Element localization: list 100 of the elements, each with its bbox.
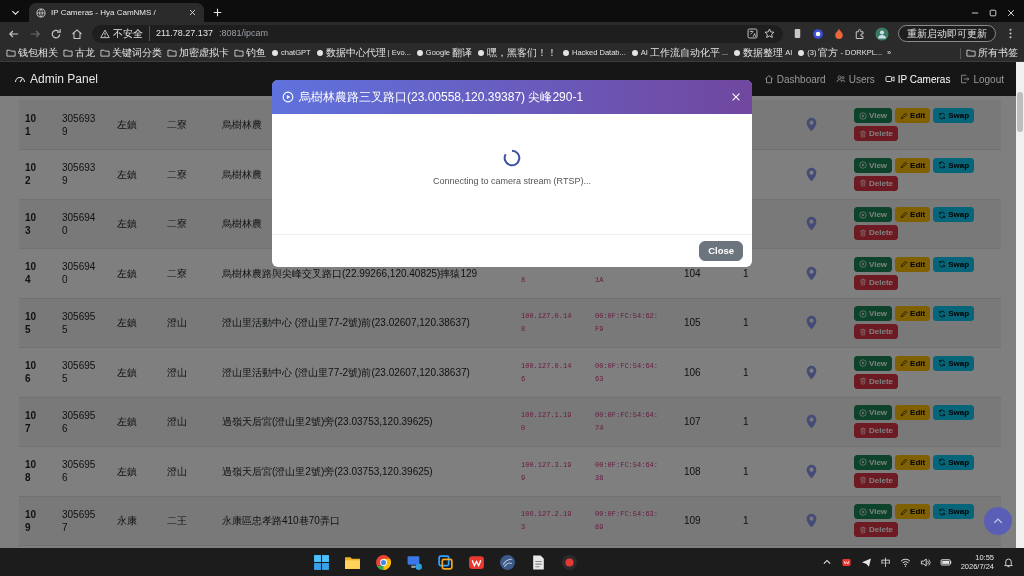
notification-icon[interactable] — [1003, 556, 1014, 568]
site-icon — [562, 49, 570, 57]
table-cell: 1 — [743, 416, 749, 428]
new-tab-icon[interactable] — [212, 7, 223, 18]
action-button[interactable]: Delete — [854, 472, 898, 488]
maximize-icon[interactable] — [988, 8, 998, 18]
avatar-icon[interactable] — [875, 26, 889, 41]
action-button[interactable]: View — [854, 157, 893, 173]
action-button[interactable]: Delete — [854, 225, 898, 241]
action-button[interactable]: Edit — [895, 454, 931, 470]
action-button[interactable]: Delete — [854, 274, 898, 290]
action-button[interactable]: View — [854, 306, 893, 322]
action-button[interactable]: Edit — [895, 207, 931, 223]
record-icon[interactable] — [561, 553, 579, 571]
action-button[interactable]: Delete — [854, 324, 898, 340]
bookmark-item[interactable]: 所有书签 — [966, 47, 1018, 59]
start-icon[interactable] — [313, 553, 331, 571]
action-button[interactable]: View — [854, 454, 893, 470]
action-button[interactable]: Swap — [933, 306, 975, 322]
table-cell: 澄山 — [167, 366, 187, 378]
action-button[interactable]: Swap — [933, 207, 975, 223]
play-icon — [859, 210, 867, 219]
chevron-up-icon[interactable] — [821, 557, 832, 567]
action-button[interactable]: Edit — [895, 108, 931, 123]
input-method-indicator[interactable]: 中 — [880, 554, 891, 570]
volume-icon[interactable] — [919, 556, 931, 568]
ring-icon[interactable] — [812, 27, 824, 40]
bookmark-item[interactable]: 嘿，黑客们！！ — [477, 47, 557, 59]
app-icon[interactable] — [468, 553, 486, 571]
bookmark-item[interactable]: 关键词分类 — [100, 47, 162, 59]
window-icon[interactable] — [437, 553, 455, 571]
action-button[interactable]: Swap — [933, 504, 975, 520]
action-button[interactable]: Delete — [854, 175, 898, 191]
action-button[interactable]: View — [854, 108, 893, 123]
action-button[interactable]: Edit — [895, 405, 931, 421]
action-button[interactable]: Delete — [854, 126, 898, 141]
bookmark-item[interactable]: 钱包相关 — [6, 47, 58, 59]
table-cell: 1 — [743, 465, 749, 477]
bookmark-item[interactable]: 钓鱼 — [234, 47, 266, 59]
refresh-icon — [938, 111, 947, 120]
send-icon[interactable] — [860, 556, 872, 568]
table-cell: 左鎮 — [117, 218, 137, 230]
address-field[interactable]: 不安全 211.78.27.137 :8081/ipcam — [92, 24, 783, 43]
table-cell: 過嶺天后宮(澄山里2號)旁(23.03753,120.39625) — [222, 465, 433, 477]
action-button[interactable]: View — [854, 504, 893, 520]
reload-icon[interactable] — [50, 27, 62, 40]
action-button[interactable]: View — [854, 405, 893, 421]
bookmark-item[interactable]: 加密虚拟卡 — [167, 47, 229, 59]
action-button[interactable]: View — [854, 256, 893, 272]
close-icon[interactable] — [1006, 8, 1016, 18]
action-button[interactable]: Edit — [895, 306, 931, 322]
action-button[interactable]: Delete — [854, 522, 898, 538]
home-icon[interactable] — [71, 27, 83, 40]
flame-icon[interactable] — [833, 27, 845, 40]
sphere-icon[interactable] — [499, 553, 517, 571]
close-icon[interactable] — [188, 8, 197, 17]
action-button[interactable]: Swap — [933, 157, 975, 173]
battery-icon[interactable] — [939, 556, 952, 568]
action-button[interactable]: View — [854, 207, 893, 223]
action-button[interactable]: Edit — [895, 504, 931, 520]
action-button[interactable]: Swap — [933, 355, 975, 371]
action-button[interactable]: Edit — [895, 157, 931, 173]
pencil-icon — [900, 408, 909, 417]
action-button[interactable]: Delete — [854, 373, 898, 389]
people-icon — [835, 74, 846, 84]
action-button[interactable]: Edit — [895, 355, 931, 371]
action-button[interactable]: Swap — [933, 108, 975, 123]
nav-link[interactable]: IP Cameras — [884, 71, 951, 87]
nav-link[interactable]: Users — [835, 71, 875, 87]
translate-icon[interactable] — [747, 28, 758, 39]
security-chip[interactable]: 不安全 — [100, 26, 150, 41]
camera-icon — [884, 74, 895, 84]
browser-tab[interactable]: IP Cameras - Hya CamNMS / — [29, 3, 204, 22]
action-button[interactable]: Swap — [933, 256, 975, 272]
table-cell: 左鎮 — [117, 317, 137, 329]
nav-link[interactable]: Dashboard — [763, 71, 826, 87]
browser-icon[interactable] — [375, 553, 393, 571]
close-button[interactable]: Close — [699, 241, 743, 261]
site-icon — [797, 49, 806, 57]
action-button[interactable]: Delete — [854, 423, 898, 439]
wifi-icon[interactable] — [899, 556, 911, 568]
bookmark-item[interactable]: 古龙 — [63, 47, 95, 59]
table-cell: 澄山里活動中心 (澄山里77-2號)前(23.02607,120.38637) — [222, 317, 470, 329]
action-button[interactable]: Edit — [895, 256, 931, 272]
scrollbar[interactable] — [1016, 62, 1024, 548]
site-icon — [630, 49, 639, 57]
action-button[interactable]: View — [854, 355, 893, 371]
nav-link[interactable]: Logout — [960, 71, 1004, 87]
play-icon — [859, 408, 867, 417]
computer-icon[interactable] — [406, 553, 424, 571]
page-icon[interactable] — [792, 28, 803, 39]
puzzle-icon[interactable] — [854, 27, 866, 40]
star-icon[interactable] — [764, 28, 775, 39]
update-button[interactable]: 重新启动即可更新 — [898, 25, 996, 42]
folder-icon — [100, 48, 110, 58]
close-icon[interactable] — [730, 91, 742, 103]
app-icon[interactable] — [840, 556, 852, 568]
action-button[interactable]: Swap — [933, 454, 975, 470]
action-button[interactable]: Swap — [933, 405, 975, 421]
brand-link[interactable]: Admin Panel — [14, 70, 99, 88]
